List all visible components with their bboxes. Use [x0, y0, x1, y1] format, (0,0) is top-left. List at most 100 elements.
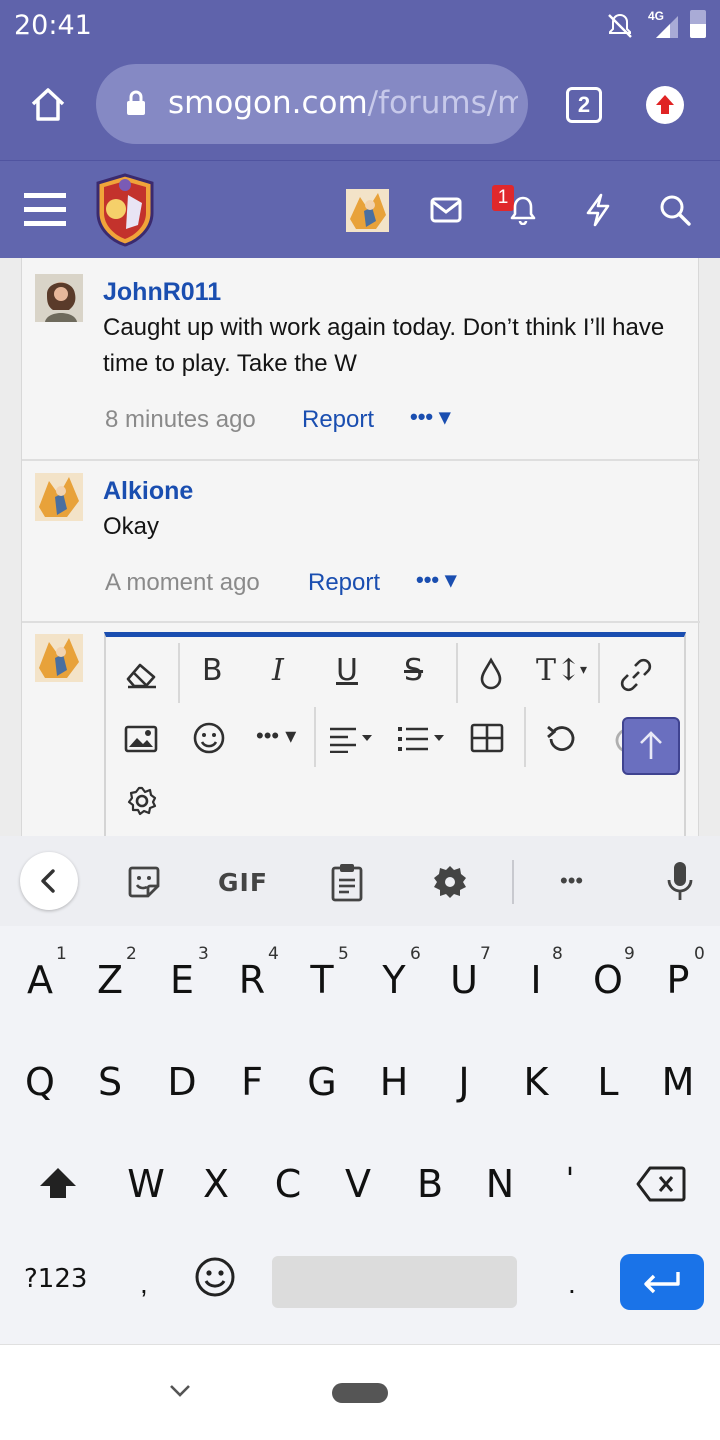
keyboard-settings-icon[interactable] [432, 864, 468, 905]
key-hint-4: 4 [268, 944, 279, 964]
undo-icon[interactable] [544, 721, 578, 763]
report-link[interactable]: Report [302, 406, 374, 434]
search-icon[interactable] [658, 193, 692, 232]
key-e[interactable]: E [152, 958, 212, 1002]
key-l[interactable]: L [578, 1060, 638, 1104]
period-key[interactable]: . [568, 1268, 576, 1300]
key-j[interactable]: J [434, 1060, 494, 1104]
report-link[interactable]: Report [308, 569, 380, 597]
status-bar: 20:41 4G [0, 0, 720, 50]
key-apostrophe[interactable]: ' [540, 1162, 600, 1197]
key-p[interactable]: P [648, 958, 708, 1002]
underline-button[interactable]: U [336, 653, 358, 688]
whats-new-bolt-icon[interactable] [584, 193, 612, 232]
comment-text: Okay [103, 513, 160, 540]
key-u[interactable]: U [434, 958, 494, 1002]
address-bar[interactable]: smogon.com/forums/m [96, 64, 528, 144]
commenter-avatar[interactable] [35, 274, 83, 322]
key-o[interactable]: O [578, 958, 638, 1002]
key-k[interactable]: K [506, 1060, 566, 1104]
key-a[interactable]: A [10, 958, 70, 1002]
list-icon[interactable] [396, 725, 448, 761]
backspace-key-icon[interactable] [636, 1166, 686, 1207]
url-text: smogon.com/forums/m [168, 85, 518, 121]
link-icon[interactable] [618, 657, 654, 701]
key-c[interactable]: C [258, 1162, 318, 1206]
update-icon[interactable] [646, 86, 684, 124]
messages-icon[interactable] [430, 197, 462, 228]
key-d[interactable]: D [152, 1060, 212, 1104]
toolbar-separator [178, 643, 180, 703]
emoji-icon[interactable] [192, 721, 226, 763]
align-icon[interactable] [328, 725, 376, 761]
hide-keyboard-icon[interactable] [168, 1383, 192, 1404]
keyboard-back-button[interactable] [20, 852, 78, 910]
symbols-key[interactable]: ?123 [24, 1264, 87, 1294]
keyboard-toolbar: GIF ••• [0, 836, 720, 926]
mute-icon [606, 12, 634, 45]
more-actions-dropdown[interactable]: ••• ▾ [416, 567, 456, 593]
font-size-caret-icon[interactable]: ▾ [580, 661, 587, 678]
commenter-avatar[interactable] [35, 473, 83, 521]
key-s[interactable]: S [80, 1060, 140, 1104]
tabs-button[interactable]: 2 [566, 87, 602, 123]
emoji-key-icon[interactable] [194, 1256, 236, 1303]
key-m[interactable]: M [648, 1060, 708, 1104]
key-t[interactable]: T [292, 958, 352, 1002]
url-domain: smogon.com [168, 85, 368, 121]
eraser-icon[interactable] [124, 659, 160, 697]
toolbar-separator [598, 643, 600, 703]
key-v[interactable]: V [328, 1162, 388, 1206]
spacebar[interactable] [272, 1256, 517, 1308]
clipboard-icon[interactable] [330, 862, 364, 907]
key-b[interactable]: B [400, 1162, 460, 1206]
bell-icon[interactable] [508, 195, 538, 230]
shift-key-icon[interactable] [38, 1166, 78, 1205]
key-f[interactable]: F [222, 1060, 282, 1104]
signal-icon [654, 14, 680, 45]
user-avatar[interactable] [346, 189, 389, 232]
key-w[interactable]: W [116, 1162, 176, 1206]
key-y[interactable]: Y [364, 958, 424, 1002]
comment-time[interactable]: A moment ago [105, 569, 260, 597]
settings-icon[interactable] [126, 785, 158, 825]
comment-username[interactable]: JohnR011 [103, 278, 221, 307]
key-h[interactable]: H [364, 1060, 424, 1104]
sticker-icon[interactable] [126, 864, 162, 905]
status-time: 20:41 [14, 10, 92, 41]
browser-toolbar: smogon.com/forums/m 2 [0, 50, 720, 160]
insert-image-icon[interactable] [124, 725, 158, 761]
font-size-button[interactable]: T↕ [536, 653, 581, 688]
comment-list: JohnR011 Caught up with work again today… [21, 258, 700, 836]
key-i[interactable]: I [506, 958, 566, 1002]
more-button[interactable]: ••• [560, 868, 583, 894]
home-icon[interactable] [28, 84, 68, 129]
scroll-to-top-button[interactable] [622, 717, 680, 775]
text-color-drop-icon[interactable] [478, 657, 504, 699]
comma-key[interactable]: , [140, 1268, 148, 1300]
more-options-icon[interactable]: ••• ▾ [256, 723, 296, 749]
gif-button[interactable]: GIF [218, 868, 268, 897]
toolbar-separator [456, 643, 458, 703]
key-x[interactable]: X [186, 1162, 246, 1206]
key-g[interactable]: G [292, 1060, 352, 1104]
comment-time[interactable]: 8 minutes ago [105, 406, 256, 434]
key-n[interactable]: N [470, 1162, 530, 1206]
smogon-logo[interactable] [92, 173, 158, 252]
key-q[interactable]: Q [10, 1060, 70, 1104]
key-hint-7: 7 [480, 944, 491, 964]
enter-key[interactable] [620, 1254, 704, 1310]
table-icon[interactable] [470, 723, 504, 761]
key-z[interactable]: Z [80, 958, 140, 1002]
strikethrough-button[interactable]: S [404, 653, 423, 688]
microphone-icon[interactable] [666, 860, 694, 907]
italic-button[interactable]: I [272, 653, 284, 688]
comment-username[interactable]: Alkione [103, 477, 193, 506]
more-actions-dropdown[interactable]: ••• ▾ [410, 404, 450, 430]
hamburger-menu-icon[interactable] [24, 191, 66, 232]
bold-button[interactable]: B [202, 653, 223, 688]
key-r[interactable]: R [222, 958, 282, 1002]
battery-icon [690, 10, 706, 38]
current-user-avatar [35, 634, 83, 682]
home-gesture-pill[interactable] [332, 1383, 388, 1403]
